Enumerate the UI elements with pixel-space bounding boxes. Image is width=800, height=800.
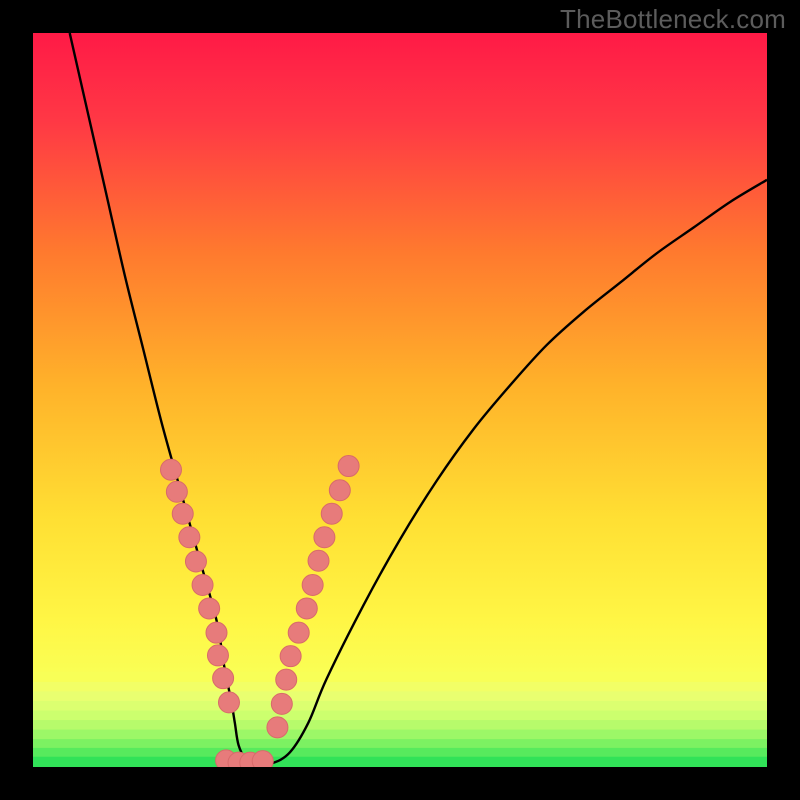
curve-marker	[206, 622, 227, 643]
curve-marker	[179, 527, 200, 548]
chart-stage: TheBottleneck.com	[0, 0, 800, 800]
gradient-background	[33, 33, 767, 767]
curve-marker	[252, 751, 273, 767]
curve-marker	[314, 527, 335, 548]
curve-marker	[271, 693, 292, 714]
bottom-bands	[33, 672, 767, 767]
curve-marker	[172, 503, 193, 524]
curve-marker	[296, 598, 317, 619]
curve-marker	[329, 480, 350, 501]
curve-marker	[267, 717, 288, 738]
curve-marker	[338, 456, 359, 477]
curve-marker	[288, 622, 309, 643]
curve-marker	[192, 574, 213, 595]
curve-marker	[185, 551, 206, 572]
curve-marker	[276, 669, 297, 690]
curve-marker	[207, 645, 228, 666]
curve-marker	[302, 574, 323, 595]
curve-marker	[308, 550, 329, 571]
chart-svg	[33, 33, 767, 767]
curve-marker	[321, 503, 342, 524]
curve-marker	[160, 459, 181, 480]
curve-marker	[280, 646, 301, 667]
watermark-text: TheBottleneck.com	[560, 4, 786, 35]
curve-marker	[199, 598, 220, 619]
curve-marker	[213, 668, 234, 689]
plot-area	[33, 33, 767, 767]
curve-marker	[166, 481, 187, 502]
curve-marker	[218, 692, 239, 713]
